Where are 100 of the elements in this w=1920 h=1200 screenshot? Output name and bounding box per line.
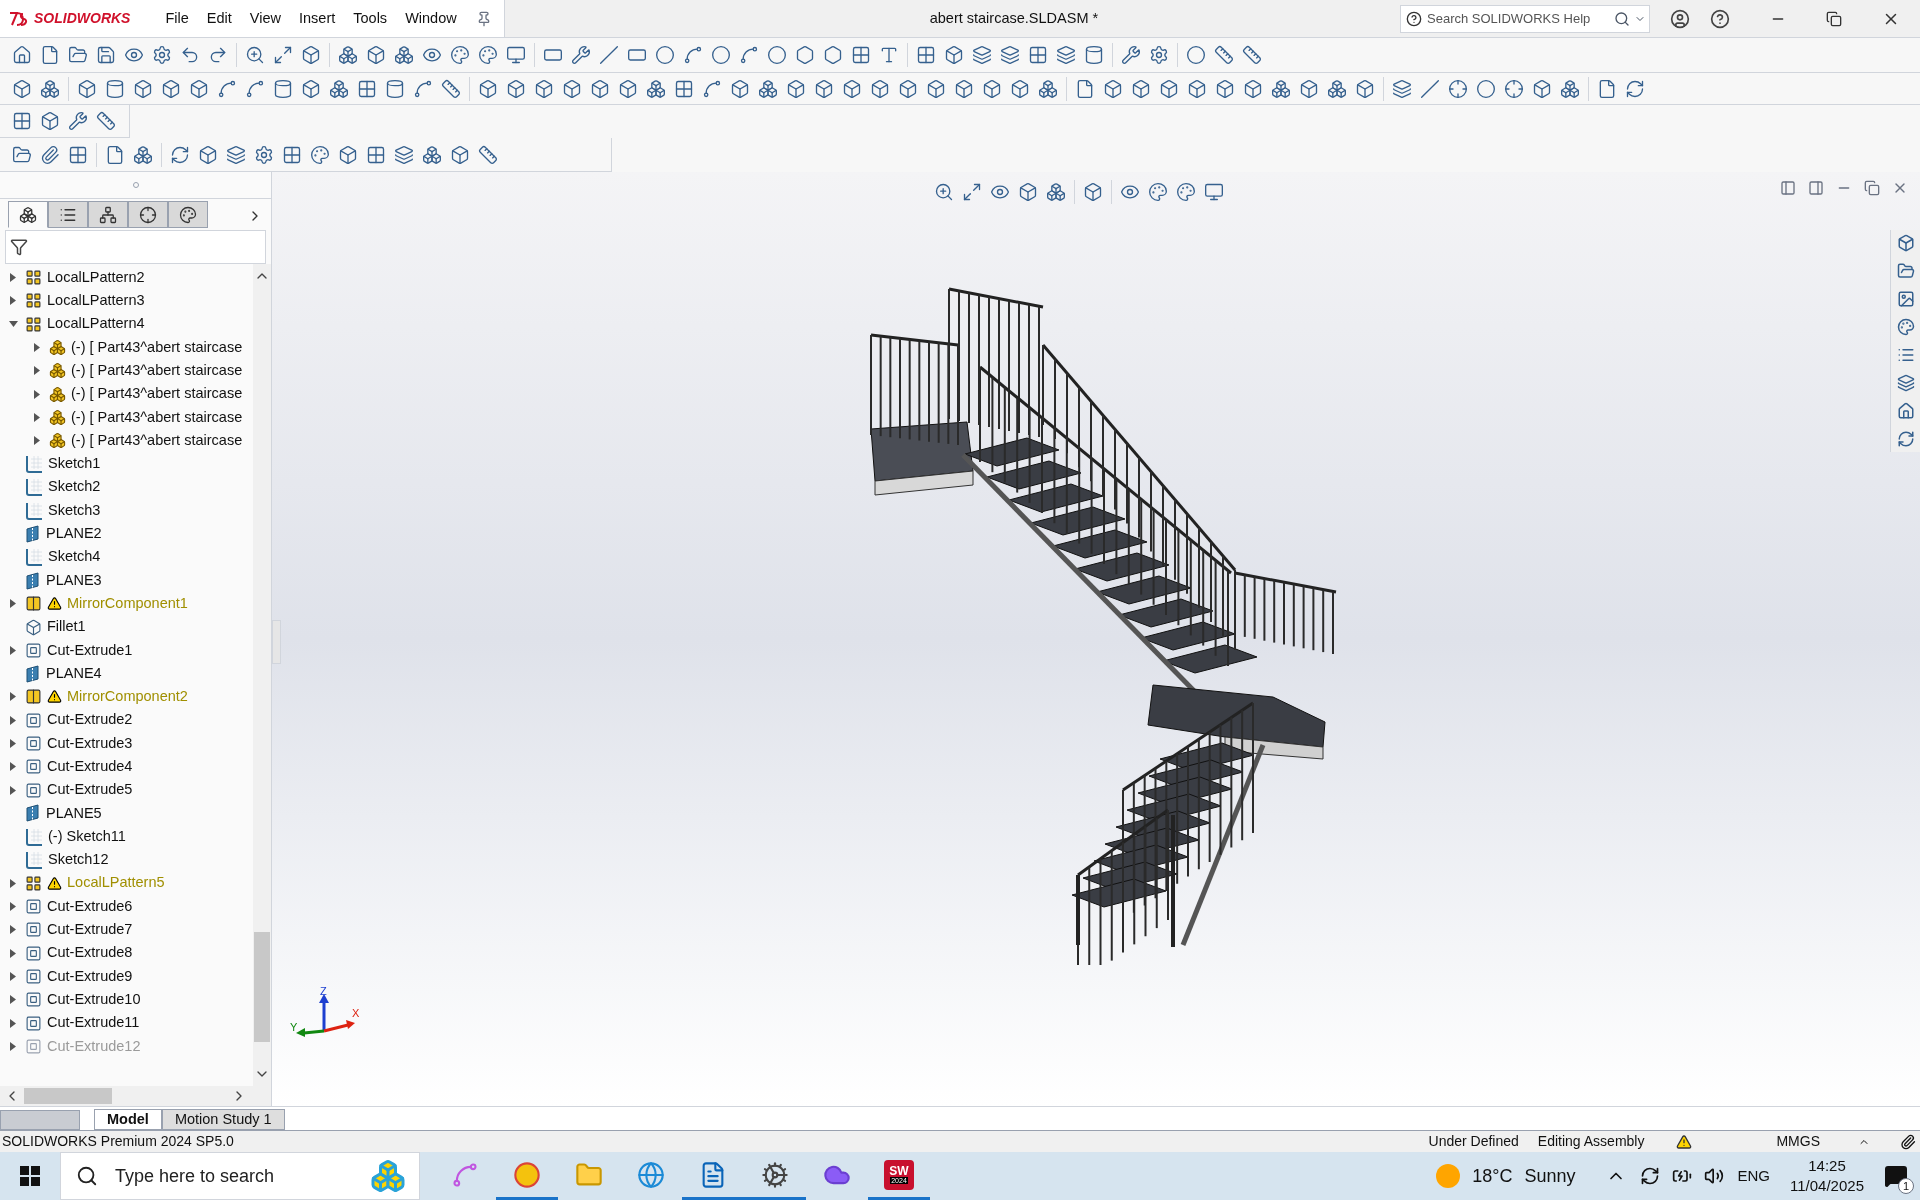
cube-icon[interactable]	[730, 78, 750, 99]
cubes-icon[interactable]	[394, 45, 414, 65]
expand-icon[interactable]	[273, 45, 293, 65]
curve-icon[interactable]	[413, 78, 433, 99]
language-indicator[interactable]: ENG	[1737, 1164, 1771, 1188]
redo-icon[interactable]	[208, 45, 228, 65]
panel-tab[interactable]	[168, 201, 208, 228]
cube-icon[interactable]	[133, 78, 153, 99]
expand-arrow-icon[interactable]	[10, 1041, 16, 1051]
curve-icon[interactable]	[702, 78, 722, 99]
settings-icon[interactable]	[152, 45, 172, 65]
cube-icon[interactable]	[1355, 78, 1375, 99]
search-icon[interactable]	[1614, 10, 1630, 27]
menu-item[interactable]: Insert	[292, 7, 343, 30]
tree-item[interactable]: Sketch1	[0, 452, 253, 476]
grid-icon[interactable]	[916, 45, 936, 65]
restore-icon[interactable]	[1826, 10, 1842, 27]
refresh-icon[interactable]	[1625, 78, 1645, 99]
panel-right-icon[interactable]	[1808, 180, 1824, 196]
palette-icon[interactable]	[478, 45, 498, 65]
expand-arrow-icon[interactable]	[10, 925, 16, 935]
house-icon[interactable]	[12, 45, 32, 65]
expand-arrow-icon[interactable]	[34, 389, 40, 399]
cube-icon[interactable]	[198, 144, 218, 165]
line-icon[interactable]	[599, 45, 619, 65]
bottom-tab[interactable]: Motion Study 1	[161, 1109, 285, 1130]
cubes-icon[interactable]	[1560, 78, 1580, 99]
help-icon[interactable]	[1710, 8, 1730, 29]
expand-arrow-icon[interactable]	[34, 412, 40, 422]
ruler-icon[interactable]	[478, 144, 498, 165]
cube-icon[interactable]	[1187, 78, 1207, 99]
layers-icon[interactable]	[226, 144, 246, 165]
cubes-icon[interactable]	[1327, 78, 1347, 99]
expand-arrow-icon[interactable]	[10, 972, 16, 982]
cube-icon[interactable]	[814, 78, 834, 99]
cubes-icon[interactable]	[1046, 182, 1066, 202]
menu-item[interactable]: View	[242, 7, 288, 30]
cube-icon[interactable]	[77, 78, 97, 99]
circle-icon[interactable]	[767, 45, 787, 65]
expand-arrow-icon[interactable]	[10, 878, 16, 888]
expand-arrow-icon[interactable]	[34, 366, 40, 376]
tree-item[interactable]: (-) [ Part43^abert staircase	[0, 429, 253, 453]
search-field[interactable]: Search SOLIDWORKS Help	[1400, 4, 1650, 33]
tree-item[interactable]: Sketch2	[0, 475, 253, 499]
tree-item[interactable]: Cut-Extrude1	[0, 638, 253, 663]
save-icon[interactable]	[96, 45, 116, 65]
circle-icon[interactable]	[1476, 78, 1496, 99]
cube-icon[interactable]	[1103, 78, 1123, 99]
tree-item[interactable]: Fillet1	[0, 615, 253, 639]
cube-icon[interactable]	[944, 45, 964, 65]
expand-arrow-icon[interactable]	[10, 296, 16, 306]
cube-icon[interactable]	[338, 144, 358, 165]
cube-icon[interactable]	[366, 45, 386, 65]
ruler-icon[interactable]	[441, 78, 461, 99]
panel-collapse-handle[interactable]	[272, 620, 281, 664]
tree-item[interactable]: PLANE5	[0, 801, 253, 826]
folder-icon[interactable]	[12, 144, 32, 165]
cube-icon[interactable]	[12, 78, 32, 99]
curve-icon[interactable]	[739, 45, 759, 65]
circle-icon[interactable]	[655, 45, 675, 65]
layers-icon[interactable]	[1000, 45, 1020, 65]
cylinder-icon[interactable]	[105, 78, 125, 99]
bottom-tab[interactable]: Model	[94, 1109, 162, 1130]
cubes-icon[interactable]	[338, 45, 358, 65]
menu-item[interactable]: Window	[398, 7, 464, 30]
grid-icon[interactable]	[68, 144, 88, 165]
panel-tab[interactable]	[88, 201, 128, 228]
color-wheel-icon[interactable]	[1896, 318, 1915, 336]
cubes-icon[interactable]	[40, 78, 60, 99]
tree-item[interactable]: Cut-Extrude6	[0, 895, 253, 919]
filter-icon[interactable]	[10, 238, 28, 256]
tree-item[interactable]: LocalLPattern4	[0, 312, 253, 336]
tag-icon[interactable]	[1900, 1133, 1916, 1150]
cube-icon[interactable]	[161, 78, 181, 99]
taskbar-search-field[interactable]: Type here to search	[60, 1152, 420, 1200]
text-icon[interactable]	[879, 45, 899, 65]
palette-icon[interactable]	[310, 144, 330, 165]
cube-icon[interactable]	[1243, 78, 1263, 99]
expand-arrow-icon[interactable]	[10, 645, 16, 655]
notifications-icon[interactable]	[1884, 1164, 1908, 1188]
cube-icon[interactable]	[1215, 78, 1235, 99]
list-icon[interactable]	[1896, 346, 1915, 364]
expand-arrow-icon[interactable]	[10, 948, 16, 958]
cube-icon[interactable]	[898, 78, 918, 99]
grid-icon[interactable]	[366, 144, 386, 165]
house-icon[interactable]	[1896, 402, 1915, 420]
weather-temperature[interactable]: 18°C	[1472, 1162, 1513, 1190]
folder-icon[interactable]	[1896, 262, 1915, 280]
expand-icon[interactable]	[962, 182, 982, 202]
cube-icon[interactable]	[1010, 78, 1030, 99]
crosshair-icon[interactable]	[1504, 78, 1524, 99]
line-icon[interactable]	[1420, 78, 1440, 99]
cube-icon[interactable]	[1159, 78, 1179, 99]
menu-item[interactable]: Tools	[346, 7, 395, 30]
refresh-icon[interactable]	[170, 144, 190, 165]
palette-icon[interactable]	[1176, 182, 1196, 202]
tree-item[interactable]: Cut-Extrude3	[0, 731, 253, 756]
tree-item[interactable]: (-) [ Part43^abert staircase	[0, 335, 253, 360]
monitor-icon[interactable]	[506, 45, 526, 65]
cubes-icon[interactable]	[758, 78, 778, 99]
